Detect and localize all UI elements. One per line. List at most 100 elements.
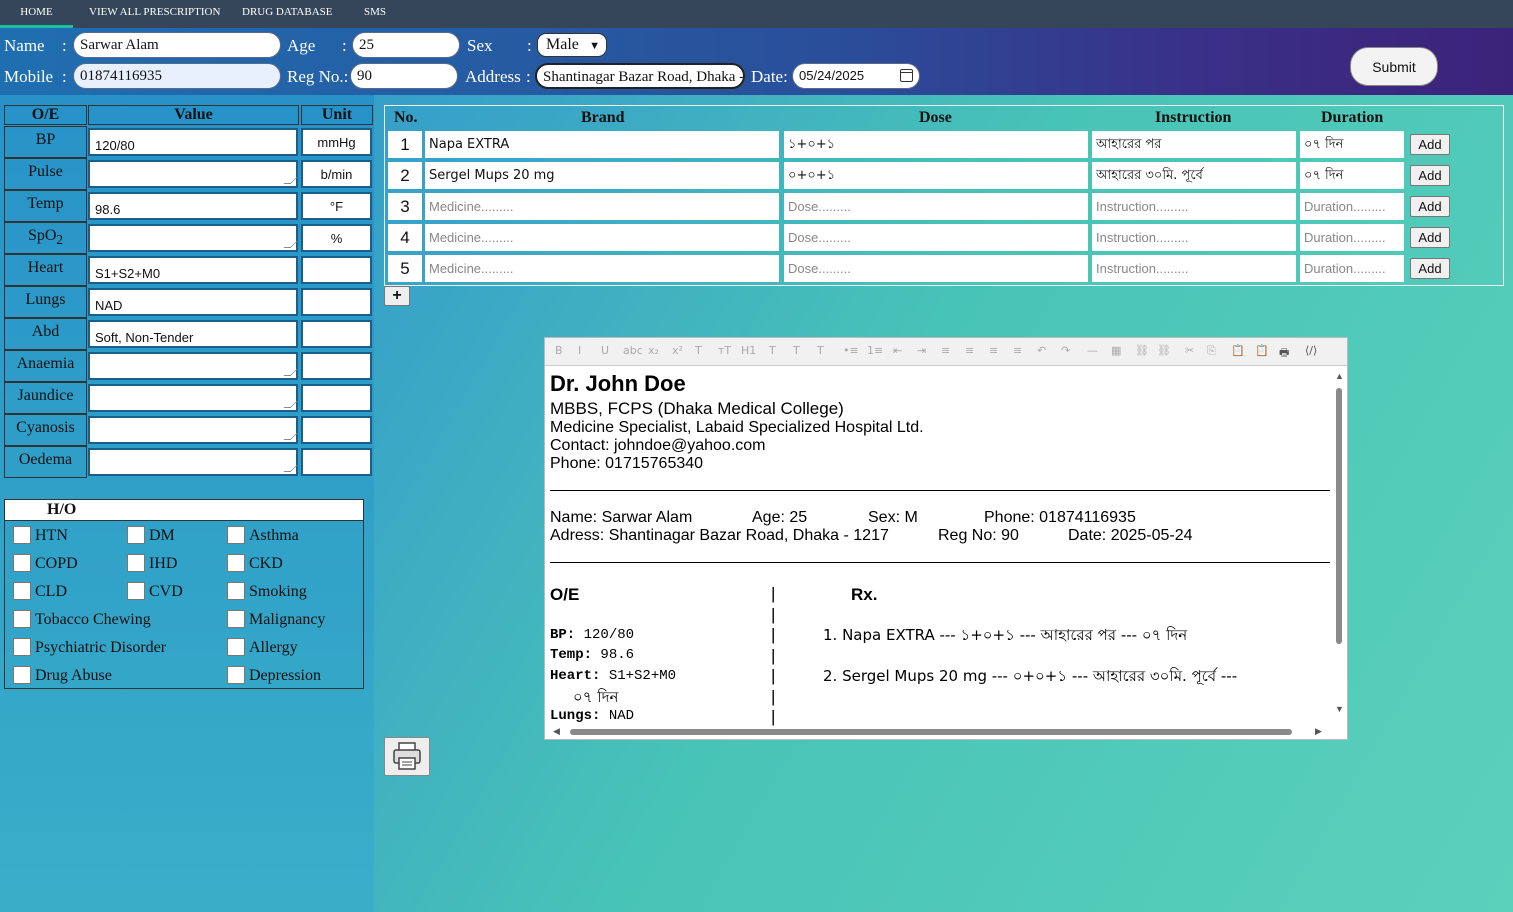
oe-unit-input[interactable]: b/min bbox=[301, 160, 372, 188]
oe-value-input[interactable]: 120/80 bbox=[88, 128, 298, 156]
oe-unit-input[interactable] bbox=[301, 320, 372, 348]
horizontal-rule-icon[interactable]: — bbox=[1087, 344, 1098, 360]
brand-input[interactable]: Medicine......... bbox=[425, 224, 779, 251]
horizontal-scrollbar[interactable]: ◀ ▶ bbox=[545, 725, 1331, 739]
submit-button[interactable]: Submit bbox=[1350, 47, 1438, 86]
dose-input[interactable]: Dose......... bbox=[784, 255, 1088, 282]
heading-icon[interactable]: H1 bbox=[741, 344, 756, 360]
scroll-up-icon[interactable]: ▲ bbox=[1335, 371, 1344, 381]
subscript-icon[interactable]: x₂ bbox=[648, 344, 659, 360]
ho-item[interactable]: Depression bbox=[227, 666, 321, 685]
calendar-icon[interactable] bbox=[900, 69, 913, 82]
checkbox[interactable] bbox=[227, 526, 245, 544]
add-button[interactable]: Add bbox=[1410, 227, 1450, 248]
resize-grip-icon[interactable] bbox=[283, 433, 298, 440]
age-input[interactable]: 25 bbox=[352, 32, 460, 58]
instruction-input[interactable]: Instruction......... bbox=[1092, 224, 1296, 251]
ho-item[interactable]: Asthma bbox=[227, 526, 299, 545]
align-right-icon[interactable]: ≡ bbox=[989, 344, 998, 360]
bullet-list-icon[interactable]: •≡ bbox=[843, 344, 859, 360]
address-input[interactable]: Shantinagar Bazar Road, Dhaka - 1217 bbox=[535, 63, 745, 89]
highlight-icon[interactable]: T bbox=[793, 344, 800, 360]
ho-item[interactable]: Psychiatric Disorder bbox=[13, 638, 166, 657]
source-code-icon[interactable]: ⟨/⟩ bbox=[1305, 344, 1317, 360]
resize-grip-icon[interactable] bbox=[283, 177, 298, 184]
ho-item[interactable]: Drug Abuse bbox=[13, 666, 112, 685]
instruction-input[interactable]: আহারের পর bbox=[1092, 131, 1296, 158]
clear-format-icon[interactable]: T bbox=[817, 344, 824, 360]
add-button[interactable]: Add bbox=[1410, 165, 1450, 186]
resize-grip-icon[interactable] bbox=[283, 465, 298, 472]
resize-grip-icon[interactable] bbox=[283, 401, 298, 408]
scroll-left-icon[interactable]: ◀ bbox=[553, 726, 560, 737]
undo-icon[interactable]: ↶ bbox=[1037, 344, 1046, 360]
mobile-input[interactable]: 01874116935 bbox=[73, 63, 281, 89]
checkbox[interactable] bbox=[13, 554, 31, 572]
nav-sms[interactable]: SMS bbox=[364, 0, 386, 28]
ho-item[interactable]: DM bbox=[127, 526, 175, 545]
ho-item[interactable]: Smoking bbox=[227, 582, 307, 601]
print-icon[interactable]: 🖶 bbox=[1279, 344, 1289, 360]
oe-unit-input[interactable] bbox=[301, 256, 372, 284]
ho-item[interactable]: COPD bbox=[13, 554, 78, 573]
checkbox[interactable] bbox=[227, 666, 245, 684]
underline-icon[interactable]: U bbox=[601, 344, 609, 360]
ho-item[interactable]: CLD bbox=[13, 582, 67, 601]
dose-input[interactable]: ১+০+১ bbox=[784, 131, 1088, 158]
oe-value-input[interactable]: Soft, Non-Tender bbox=[88, 320, 298, 348]
nav-drug-database[interactable]: DRUG DATABASE bbox=[242, 0, 333, 28]
resize-grip-icon[interactable] bbox=[283, 241, 298, 248]
link-icon[interactable]: ⛓ bbox=[1135, 344, 1149, 360]
resize-grip-icon[interactable] bbox=[283, 369, 298, 376]
print-button[interactable] bbox=[384, 737, 430, 776]
scroll-thumb[interactable] bbox=[570, 729, 1292, 735]
brand-input[interactable]: Medicine......... bbox=[425, 255, 779, 282]
reg-input[interactable]: 90 bbox=[350, 63, 458, 89]
checkbox[interactable] bbox=[13, 638, 31, 656]
checkbox[interactable] bbox=[127, 582, 145, 600]
add-button[interactable]: Add bbox=[1410, 196, 1450, 217]
ho-item[interactable]: Tobacco Chewing bbox=[13, 610, 151, 629]
brand-input[interactable]: Medicine......... bbox=[425, 193, 779, 220]
align-left-icon[interactable]: ≡ bbox=[941, 344, 950, 360]
checkbox[interactable] bbox=[127, 526, 145, 544]
scroll-thumb[interactable] bbox=[1336, 388, 1342, 644]
oe-value-input[interactable]: S1+S2+M0 bbox=[88, 256, 298, 284]
editor-content[interactable]: Dr. John Doe MBBS, FCPS (Dhaka Medical C… bbox=[545, 366, 1330, 726]
indent-icon[interactable]: ⇥ bbox=[917, 344, 926, 360]
numbered-list-icon[interactable]: 1≡ bbox=[867, 344, 883, 360]
instruction-input[interactable]: Instruction......... bbox=[1092, 255, 1296, 282]
oe-value-input[interactable] bbox=[88, 352, 298, 380]
oe-value-input[interactable] bbox=[88, 160, 298, 188]
copy-icon[interactable]: ⎘ bbox=[1207, 344, 1216, 360]
cut-icon[interactable]: ✂ bbox=[1185, 344, 1194, 360]
oe-unit-input[interactable]: mmHg bbox=[301, 128, 372, 156]
checkbox[interactable] bbox=[13, 526, 31, 544]
ho-item[interactable]: Allergy bbox=[227, 638, 298, 657]
checkbox[interactable] bbox=[13, 610, 31, 628]
nav-view-all-prescription[interactable]: VIEW ALL PRESCRIPTION bbox=[89, 0, 220, 28]
brand-input[interactable]: Sergel Mups 20 mg bbox=[425, 162, 779, 189]
ho-item[interactable]: CKD bbox=[227, 554, 283, 573]
nav-home[interactable]: HOME bbox=[0, 0, 73, 28]
oe-unit-input[interactable] bbox=[301, 352, 372, 380]
scroll-right-icon[interactable]: ▶ bbox=[1315, 726, 1322, 737]
instruction-input[interactable]: Instruction......... bbox=[1092, 193, 1296, 220]
prescription-editor[interactable]: B I Uabc x₂ x² TтT H1 T T T •≡ 1≡ ⇤ ⇥ ≡ ≡ ≡ ≡ ↶ ↷ — ▦ ⛓ ⛓ ✂ ⎘ 📋 📋 🖶 ⟨… bbox=[544, 337, 1348, 740]
superscript-icon[interactable]: x² bbox=[672, 344, 683, 360]
add-button[interactable]: Add bbox=[1410, 134, 1450, 155]
sex-select[interactable]: Male ▼ bbox=[537, 33, 607, 57]
redo-icon[interactable]: ↷ bbox=[1061, 344, 1070, 360]
oe-unit-input[interactable] bbox=[301, 288, 372, 316]
duration-input[interactable]: Duration......... bbox=[1300, 224, 1404, 251]
font-size-icon[interactable]: тT bbox=[718, 344, 731, 360]
oe-unit-input[interactable] bbox=[301, 448, 372, 476]
scroll-down-icon[interactable]: ▼ bbox=[1335, 704, 1344, 714]
dose-input[interactable]: Dose......... bbox=[784, 224, 1088, 251]
checkbox[interactable] bbox=[13, 666, 31, 684]
oe-value-input[interactable] bbox=[88, 416, 298, 444]
unlink-icon[interactable]: ⛓ bbox=[1157, 344, 1171, 360]
paste-text-icon[interactable]: 📋 bbox=[1255, 344, 1269, 360]
oe-value-input[interactable]: 98.6 bbox=[88, 192, 298, 220]
oe-unit-input[interactable]: °F bbox=[301, 192, 372, 220]
